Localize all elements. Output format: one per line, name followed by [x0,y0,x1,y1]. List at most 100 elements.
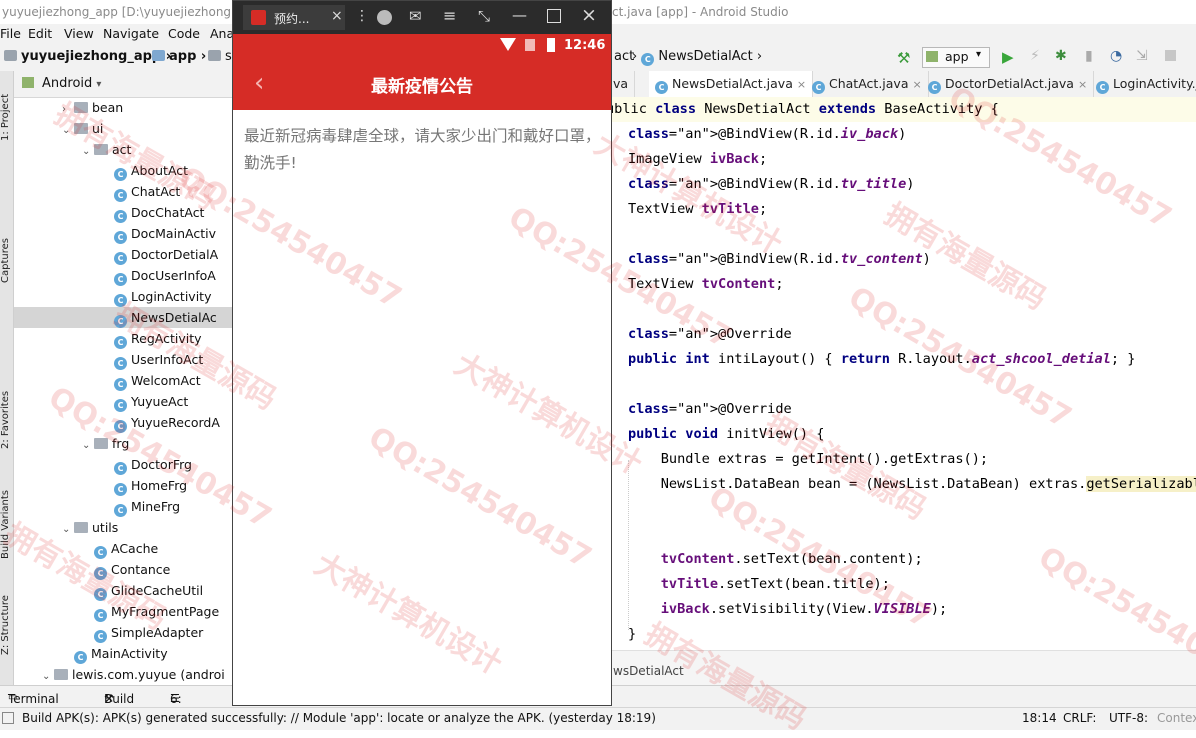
status-message[interactable]: Build APK(s): APK(s) generated successfu… [22,711,656,725]
view-mode-select[interactable]: Android ▾ [42,76,101,91]
class-icon: C [1096,81,1109,94]
tree-item-label: utils [92,520,118,535]
class-icon: C [94,609,107,622]
menu-view[interactable]: View [64,26,94,41]
emulator-tab[interactable]: 预约... × [243,5,345,30]
class-icon: C [114,483,127,496]
chevron-down-icon[interactable]: ⌄ [42,666,54,685]
menu-edit[interactable]: Edit [28,26,52,41]
wifi-icon [500,38,516,51]
tool-windows-icon[interactable] [2,712,14,724]
editor-tab[interactable]: CChatAct.java× [806,71,929,97]
class-icon: C [94,588,107,601]
tool-window-structure[interactable]: Z: Structure [0,591,13,655]
chevron-down-icon[interactable]: ⌄ [62,519,74,540]
tree-item-label: DoctorDetialA [131,247,218,262]
avatar-icon[interactable] [377,10,392,25]
editor-breadcrumb[interactable]: wsDetialAct [613,664,684,678]
class-icon: C [114,210,127,223]
tool-window-favorites[interactable]: 2: Favorites [0,381,13,449]
more-icon[interactable]: ⋮ [355,8,369,24]
close-icon[interactable]: × [912,78,921,91]
tool-window-captures[interactable]: Captures [0,231,13,283]
ide-title-left: yuyuejiezhong_app [D:\yuyuejiezhong [2,5,231,19]
tool-window-project[interactable]: 1: Project [0,77,13,141]
menu-icon[interactable]: ≡ [443,6,456,25]
tree-class-file[interactable]: CNewsDetialAc [14,307,233,328]
stop-icon[interactable] [1165,50,1176,61]
code-line: public int intiLayout() { return R.layou… [628,347,1135,372]
line-separator[interactable]: CRLF: [1063,711,1096,725]
code-editor[interactable]: ublic class NewsDetialAct extends BaseAc… [611,97,1196,650]
editor-tab-bar: va CNewsDetialAct.java× CChatAct.java× C… [611,71,1196,98]
tree-item-label: DoctorFrg [131,457,192,472]
breadcrumb-file[interactable]: › CNewsDetialAct › [632,49,762,66]
attach-icon[interactable]: ⇲ [1136,48,1148,64]
folder-icon [74,123,88,134]
android-status-bar: 12:46 [233,34,611,58]
menu-navigate[interactable]: Navigate [103,26,159,41]
tree-item-label: ACache [111,541,158,556]
class-icon: C [94,567,107,580]
editor-tab[interactable]: CDoctorDetialAct.java× [922,71,1094,97]
ide-title-right: ct.java [app] - Android Studio [612,5,788,19]
code-line: NewsList.DataBean bean = (NewsList.DataB… [628,472,1196,497]
code-line: Bundle extras = getIntent().getExtras(); [628,447,988,472]
code-line: class="an">@BindView(R.id.iv_back) [628,122,906,147]
menu-analyze[interactable]: Ana [210,26,234,41]
tool-window-build-variants[interactable]: Build Variants [0,479,13,559]
close-icon[interactable]: × [797,78,806,91]
minimize-icon[interactable]: — [512,6,527,24]
debug-icon[interactable]: ✱ [1055,48,1067,64]
profile-icon[interactable]: ▮ [1085,48,1093,64]
left-tool-stripe: 1: Project Captures 2: Favorites Build V… [0,71,14,685]
resize-icon[interactable]: ⤡ [478,7,490,25]
close-icon[interactable]: × [331,8,343,24]
project-panel-header: Android ▾ [14,71,233,98]
tree-item-label: MainActivity [91,646,168,661]
mail-icon[interactable]: ✉ [409,7,422,25]
tree-item-label: RegActivity [131,331,202,346]
class-icon: C [94,546,107,559]
editor-tab[interactable]: CLoginActivity.ja [1090,71,1196,97]
announcement-content: 最近新冠病毒肆虐全球，请大家少出门和戴好口罩，勤洗手! [244,123,602,177]
run-icon[interactable]: ▶ [1002,48,1014,66]
breadcrumb-module[interactable]: app › [152,49,206,64]
class-icon: C [114,189,127,202]
editor-tab-active[interactable]: CNewsDetialAct.java× [649,71,813,99]
code-line: ublic class NewsDetialAct extends BaseAc… [611,97,999,122]
chevron-right-icon[interactable]: › [62,99,74,120]
tree-item-label: MineFrg [131,499,180,514]
caret-position[interactable]: 18:14 [1022,711,1057,725]
hammer-icon[interactable]: ⚒ [897,49,910,67]
class-icon: C [641,53,654,66]
tree-item-label: HomeFrg [131,478,187,493]
tree-item-label: Contance [111,562,170,577]
class-icon: C [74,651,87,664]
chevron-down-icon[interactable]: ⌄ [62,120,74,141]
breadcrumb-project[interactable]: yuyuejiezhong_app › [4,49,171,64]
emulator-toolbar: 预约... × ⋮ ✉ ≡ ⤡ — × [233,1,611,34]
class-icon: C [928,81,941,94]
class-icon: C [812,81,825,94]
close-icon[interactable]: × [1078,78,1087,91]
apply-changes-icon[interactable]: ⚡ [1030,48,1040,64]
menu-code[interactable]: Code [168,26,200,41]
chevron-down-icon[interactable]: ⌄ [82,435,94,456]
file-encoding[interactable]: UTF-8: [1109,711,1148,725]
tree-item-label: MyFragmentPage [111,604,219,619]
tree-item-label: LoginActivity [131,289,211,304]
gauge-icon[interactable]: ◔ [1110,48,1122,64]
chevron-down-icon[interactable]: ⌄ [82,141,94,162]
maximize-icon[interactable] [547,9,561,23]
run-config-select[interactable]: app ▾ [922,47,990,68]
tree-item-label: SimpleAdapter [111,625,203,640]
folder-icon [54,669,68,680]
page-title: 最新疫情公告 [233,72,611,97]
class-icon: C [114,315,127,328]
close-window-icon[interactable]: × [581,4,597,26]
class-icon: C [114,231,127,244]
code-line: ivBack.setVisibility(View.VISIBLE); [628,597,947,622]
menu-file[interactable]: File [0,26,21,41]
breadcrumb-trunc[interactable]: s [208,49,232,64]
